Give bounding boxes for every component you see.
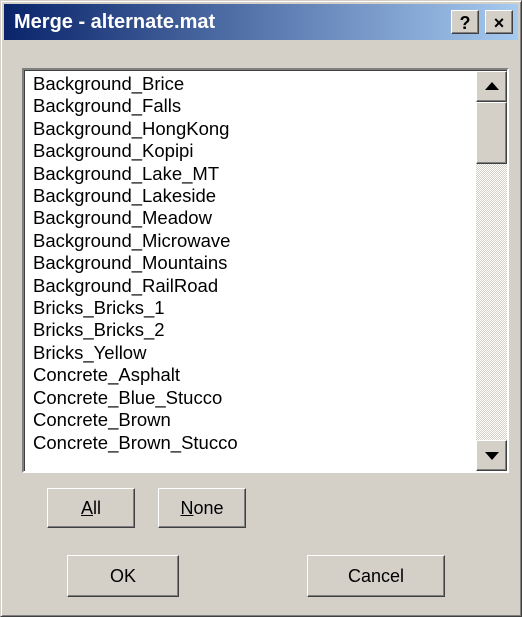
window-title: Merge - alternate.mat bbox=[14, 11, 216, 33]
list-item[interactable]: Bricks_Bricks_2 bbox=[33, 319, 473, 341]
list-item[interactable]: Background_Meadow bbox=[33, 207, 473, 229]
arrow-up-icon bbox=[485, 82, 499, 90]
list-item[interactable]: Bricks_Bricks_1 bbox=[33, 297, 473, 319]
list-item[interactable]: Background_Kopipi bbox=[33, 140, 473, 162]
list-item[interactable]: Concrete_Blue_Stucco bbox=[33, 387, 473, 409]
help-icon: ? bbox=[459, 13, 471, 33]
close-button[interactable]: × bbox=[485, 10, 513, 34]
none-mnemonic: N bbox=[180, 498, 194, 518]
scroll-up-button[interactable] bbox=[476, 71, 507, 102]
list-item[interactable]: Background_Lakeside bbox=[33, 185, 473, 207]
cancel-label: Cancel bbox=[347, 566, 405, 586]
cancel-button[interactable]: Cancel bbox=[307, 555, 445, 597]
vertical-scrollbar[interactable] bbox=[476, 71, 507, 471]
help-button[interactable]: ? bbox=[451, 10, 479, 34]
list-item[interactable]: Background_Lake_MT bbox=[33, 163, 473, 185]
all-mnemonic: A bbox=[80, 498, 93, 518]
list-item[interactable]: Bricks_Yellow bbox=[33, 342, 473, 364]
listbox-frame: Background_Brice Background_Falls Backgrou… bbox=[24, 70, 507, 471]
merge-dialog: Merge - alternate.mat ? × Background_Bri… bbox=[0, 0, 522, 617]
material-list: Background_Brice Background_Falls Backgrou… bbox=[33, 73, 473, 471]
scroll-thumb[interactable] bbox=[476, 102, 507, 164]
all-label: ll bbox=[93, 498, 101, 518]
list-item[interactable]: Background_HongKong bbox=[33, 118, 473, 140]
close-icon: × bbox=[493, 13, 505, 33]
select-none-button[interactable]: None bbox=[158, 488, 246, 528]
list-item[interactable]: Background_Brice bbox=[33, 73, 473, 95]
ok-label: OK bbox=[109, 566, 136, 586]
title-bar[interactable]: Merge - alternate.mat ? × bbox=[4, 4, 518, 40]
scroll-down-button[interactable] bbox=[476, 440, 507, 471]
list-item[interactable]: Concrete_Brown bbox=[33, 409, 473, 431]
ok-button[interactable]: OK bbox=[67, 555, 179, 597]
list-item[interactable]: Background_Falls bbox=[33, 95, 473, 117]
material-listbox[interactable]: Background_Brice Background_Falls Backgrou… bbox=[22, 68, 509, 473]
none-label: one bbox=[193, 498, 224, 518]
list-item[interactable]: Concrete_Asphalt bbox=[33, 364, 473, 386]
list-item[interactable]: Background_Microwave bbox=[33, 230, 473, 252]
list-item[interactable]: Concrete_Brown_Stucco bbox=[33, 432, 473, 454]
select-all-button[interactable]: All bbox=[47, 488, 135, 528]
list-item[interactable]: Background_Mountains bbox=[33, 252, 473, 274]
list-item[interactable]: Background_RailRoad bbox=[33, 275, 473, 297]
arrow-down-icon bbox=[485, 452, 499, 460]
